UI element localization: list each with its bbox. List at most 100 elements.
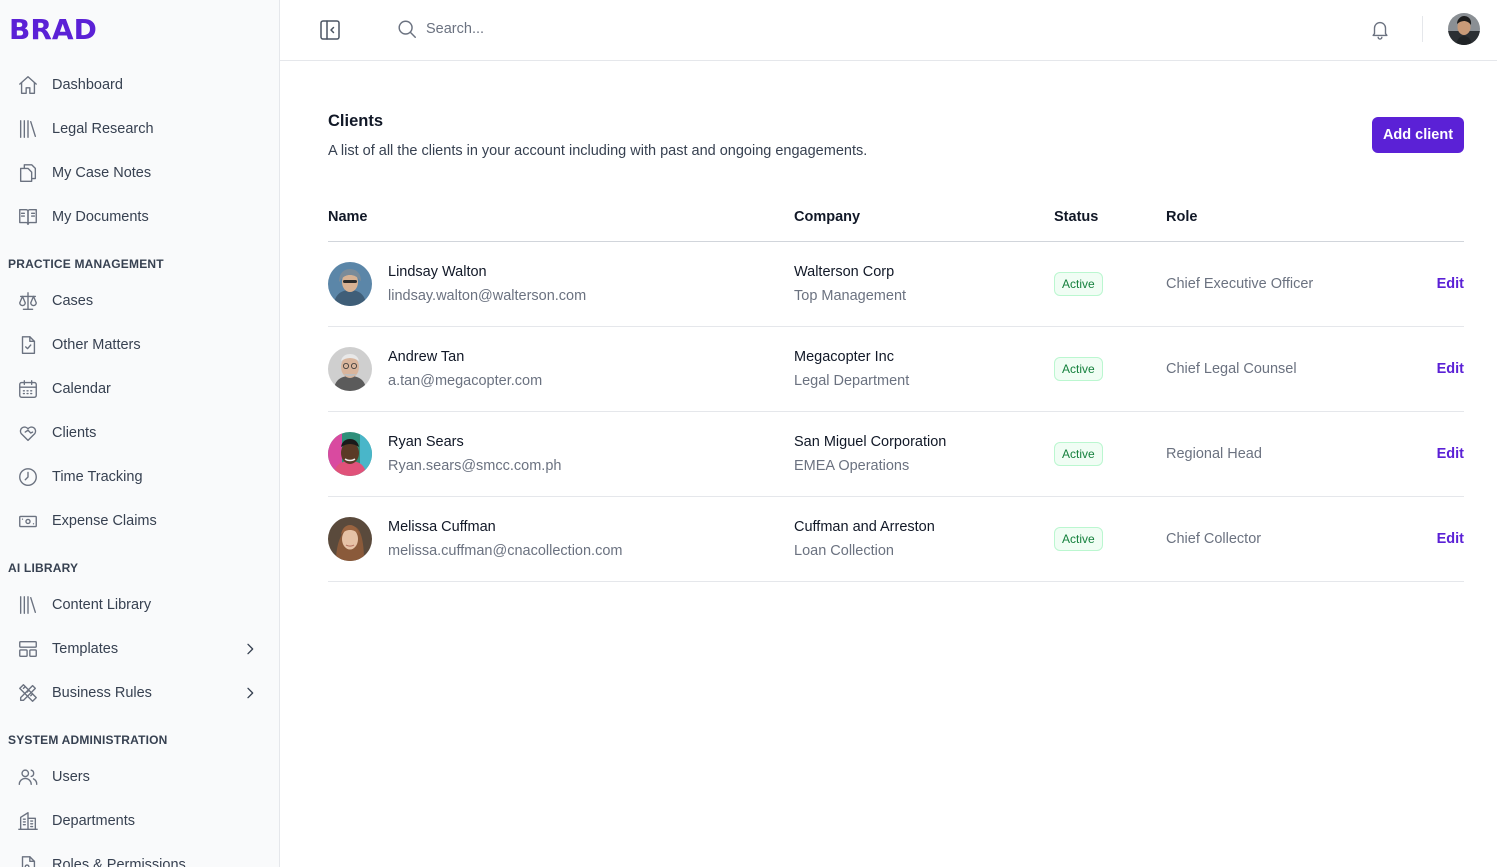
client-name: Andrew Tan <box>388 349 465 365</box>
sidebar-item-legal-research[interactable]: Legal Research <box>0 107 279 151</box>
column-header-role[interactable]: Role <box>1166 209 1197 225</box>
chevron-right-icon[interactable] <box>241 639 259 659</box>
sidebar-item-label: Legal Research <box>52 121 154 137</box>
search-icon <box>396 18 418 40</box>
sidebar-item-departments[interactable]: Departments <box>0 799 279 843</box>
client-email: Ryan.sears@smcc.com.ph <box>388 458 562 474</box>
column-header-name[interactable]: Name <box>328 209 368 225</box>
edit-link[interactable]: Edit <box>1437 276 1464 292</box>
client-department: EMEA Operations <box>794 458 910 474</box>
sidebar-item-expense-claims[interactable]: Expense Claims <box>0 499 279 543</box>
client-name: Ryan Sears <box>388 434 464 450</box>
sidebar-item-label: Calendar <box>52 381 111 397</box>
client-role: Chief Legal Counsel <box>1166 361 1297 377</box>
avatar <box>328 262 372 306</box>
client-company: Walterson Corp <box>794 264 895 280</box>
sidebar-item-templates[interactable]: Templates <box>0 627 279 671</box>
book-open-icon <box>16 205 40 229</box>
status-badge: Active <box>1054 357 1103 381</box>
banknote-icon <box>16 509 40 533</box>
edit-link[interactable]: Edit <box>1437 531 1464 547</box>
sidebar-item-label: Templates <box>52 641 119 657</box>
building-icon <box>16 809 40 833</box>
table-row: Andrew Tan a.tan@megacopter.com Megacopt… <box>328 327 1464 412</box>
client-company: Megacopter Inc <box>794 349 894 365</box>
sidebar-item-cases[interactable]: Cases <box>0 279 279 323</box>
table-row: Ryan Sears Ryan.sears@smcc.com.ph San Mi… <box>328 412 1464 497</box>
bell-icon[interactable] <box>1369 18 1393 42</box>
client-role: Chief Executive Officer <box>1166 276 1314 292</box>
sidebar-item-label: Dashboard <box>52 77 123 93</box>
status-badge: Active <box>1054 442 1103 466</box>
status-badge: Active <box>1054 527 1103 551</box>
chevron-right-icon[interactable] <box>241 683 259 703</box>
sidebar-item-label: Clients <box>52 425 97 441</box>
sidebar-item-business-rules[interactable]: Business Rules <box>0 671 279 715</box>
document-key-icon <box>16 853 40 867</box>
client-company: Cuffman and Arreston <box>794 519 935 535</box>
layout-icon <box>16 637 40 661</box>
sidebar-item-dashboard[interactable]: Dashboard <box>0 63 279 107</box>
table-header: Name Company Status Role <box>328 200 1464 242</box>
document-check-icon <box>16 333 40 357</box>
client-department: Loan Collection <box>794 543 894 559</box>
client-email: melissa.cuffman@cnacollection.com <box>388 543 623 559</box>
sidebar-item-roles-permissions[interactable]: Roles & Permissions <box>0 843 279 867</box>
client-department: Top Management <box>794 288 907 304</box>
topbar-divider <box>1422 16 1423 42</box>
users-icon <box>16 765 40 789</box>
column-header-status[interactable]: Status <box>1054 209 1098 225</box>
search-input[interactable] <box>426 16 826 42</box>
sidebar-item-label: Time Tracking <box>52 469 143 485</box>
sidebar-item-calendar[interactable]: Calendar <box>0 367 279 411</box>
document-duplicate-icon <box>16 161 40 185</box>
sidebar-item-label: Expense Claims <box>52 513 157 529</box>
client-department: Legal Department <box>794 373 910 389</box>
client-role: Regional Head <box>1166 446 1262 462</box>
pencil-ruler-icon <box>16 681 40 705</box>
page-title: Clients <box>328 112 384 130</box>
section-ai-library: AI LIBRARY <box>8 561 79 575</box>
home-icon <box>16 73 40 97</box>
sidebar-item-label: My Case Notes <box>52 165 152 181</box>
sidebar-item-label: My Documents <box>52 209 149 225</box>
user-avatar[interactable] <box>1448 13 1480 45</box>
section-system-administration: SYSTEM ADMINISTRATION <box>8 733 168 747</box>
heart-handshake-icon <box>16 421 40 445</box>
sidebar-item-label: Business Rules <box>52 685 152 701</box>
sidebar-item-time-tracking[interactable]: Time Tracking <box>0 455 279 499</box>
column-header-company[interactable]: Company <box>794 209 860 225</box>
page-description: A list of all the clients in your accoun… <box>328 143 868 159</box>
sidebar-item-label: Content Library <box>52 597 152 613</box>
sidebar-nav: Dashboard Legal Research My Case Notes M… <box>0 63 279 867</box>
scale-icon <box>16 289 40 313</box>
edit-link[interactable]: Edit <box>1437 361 1464 377</box>
sidebar-item-my-case-notes[interactable]: My Case Notes <box>0 151 279 195</box>
client-email: lindsay.walton@walterson.com <box>388 288 587 304</box>
add-client-button[interactable]: Add client <box>1372 117 1464 153</box>
client-role: Chief Collector <box>1166 531 1262 547</box>
table-row: Melissa Cuffman melissa.cuffman@cnacolle… <box>328 497 1464 582</box>
section-practice-management: PRACTICE MANAGEMENT <box>8 257 164 271</box>
library-icon <box>16 117 40 141</box>
sidebar-item-other-matters[interactable]: Other Matters <box>0 323 279 367</box>
sidebar-item-users[interactable]: Users <box>0 755 279 799</box>
avatar <box>328 432 372 476</box>
avatar <box>328 347 372 391</box>
sidebar-item-label: Departments <box>52 813 136 829</box>
sidebar: BRAD Dashboard Legal Research My Case No… <box>0 0 280 867</box>
sidebar-toggle-icon[interactable] <box>318 18 342 42</box>
sidebar-item-label: Other Matters <box>52 337 141 353</box>
avatar <box>328 517 372 561</box>
table-row: Lindsay Walton lindsay.walton@walterson.… <box>328 242 1464 327</box>
client-name: Lindsay Walton <box>388 264 487 280</box>
calendar-icon <box>16 377 40 401</box>
clock-icon <box>16 465 40 489</box>
client-name: Melissa Cuffman <box>388 519 496 535</box>
edit-link[interactable]: Edit <box>1437 446 1464 462</box>
brand-logo[interactable]: BRAD <box>9 14 97 46</box>
sidebar-item-content-library[interactable]: Content Library <box>0 583 279 627</box>
sidebar-item-my-documents[interactable]: My Documents <box>0 195 279 239</box>
sidebar-item-clients[interactable]: Clients <box>0 411 279 455</box>
sidebar-item-label: Roles & Permissions <box>52 857 186 867</box>
